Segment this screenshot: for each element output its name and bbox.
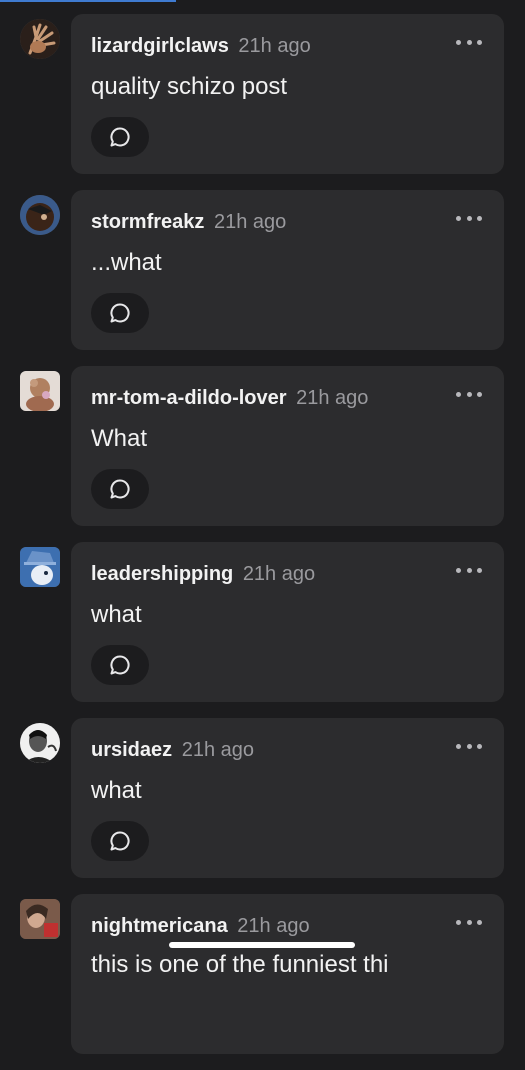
reply-meta: lizardgirlclaws 21h ago (91, 34, 311, 58)
timestamp: 21h ago (242, 563, 316, 585)
reply-bubble: ursidaez 21h ago what (71, 718, 504, 878)
reply-text: quality schizo post (91, 73, 288, 100)
reply-button[interactable] (91, 293, 149, 333)
reply-text: what (91, 777, 142, 804)
character-avatar-icon (20, 195, 60, 235)
reply-button[interactable] (91, 645, 149, 685)
username[interactable]: leadershipping (91, 563, 233, 585)
illustration-avatar-icon (20, 371, 60, 411)
reply-speech-bubble-icon (110, 127, 130, 147)
reply-item: lizardgirlclaws 21h ago quality schizo p… (0, 14, 525, 174)
reply-button[interactable] (91, 117, 149, 157)
reply-text: what (91, 601, 142, 628)
hat-character-avatar-icon (20, 547, 60, 587)
avatar[interactable] (20, 899, 60, 939)
home-indicator[interactable] (169, 942, 355, 948)
reply-meta: stormfreakz 21h ago (91, 210, 286, 234)
reply-button[interactable] (91, 821, 149, 861)
username[interactable]: ursidaez (91, 739, 172, 761)
reply-item: leadershipping 21h ago what (0, 542, 525, 702)
more-options-icon[interactable] (456, 388, 482, 400)
timestamp: 21h ago (237, 915, 310, 937)
reply-text: this is one of the funniest thi (91, 951, 389, 978)
timestamp: 21h ago (181, 739, 255, 761)
avatar[interactable] (20, 371, 60, 411)
bw-photo-avatar-icon (20, 723, 60, 763)
reply-text: What (91, 425, 148, 452)
page-progress-bar (0, 0, 176, 2)
username[interactable]: nightmericana (91, 915, 228, 937)
reply-meta: leadershipping 21h ago (91, 562, 315, 586)
reply-bubble: nightmericana 21h ago this is one of the… (71, 894, 504, 1054)
avatar[interactable] (20, 19, 60, 59)
more-options-icon[interactable] (456, 916, 482, 928)
reply-speech-bubble-icon (110, 303, 130, 323)
reply-item: stormfreakz 21h ago ...what (0, 190, 525, 350)
reply-bubble: mr-tom-a-dildo-lover 21h ago What (71, 366, 504, 526)
avatar[interactable] (20, 723, 60, 763)
avatar[interactable] (20, 547, 60, 587)
reply-button[interactable] (91, 469, 149, 509)
reply-meta: mr-tom-a-dildo-lover 21h ago (91, 386, 368, 410)
photo-avatar-icon (20, 899, 60, 939)
reply-speech-bubble-icon (110, 479, 130, 499)
reply-speech-bubble-icon (110, 831, 130, 851)
reply-speech-bubble-icon (110, 655, 130, 675)
more-options-icon[interactable] (456, 212, 482, 224)
reply-bubble: lizardgirlclaws 21h ago quality schizo p… (71, 14, 504, 174)
reply-meta: nightmericana 21h ago (91, 914, 310, 938)
reply-bubble: stormfreakz 21h ago ...what (71, 190, 504, 350)
timestamp: 21h ago (296, 387, 369, 409)
username[interactable]: lizardgirlclaws (91, 35, 229, 57)
reply-item: ursidaez 21h ago what (0, 718, 525, 878)
username[interactable]: stormfreakz (91, 211, 204, 233)
reply-item: mr-tom-a-dildo-lover 21h ago What (0, 366, 525, 526)
reply-item: nightmericana 21h ago this is one of the… (0, 894, 525, 1054)
timestamp: 21h ago (238, 35, 311, 57)
reply-bubble: leadershipping 21h ago what (71, 542, 504, 702)
claw-hand-avatar-icon (20, 19, 60, 59)
avatar[interactable] (20, 195, 60, 235)
more-options-icon[interactable] (456, 36, 482, 48)
reply-text: ...what (91, 249, 162, 276)
username[interactable]: mr-tom-a-dildo-lover (91, 387, 287, 409)
timestamp: 21h ago (213, 211, 287, 233)
reply-meta: ursidaez 21h ago (91, 738, 254, 762)
replies-feed: lizardgirlclaws 21h ago quality schizo p… (0, 14, 525, 1070)
more-options-icon[interactable] (456, 740, 482, 752)
more-options-icon[interactable] (456, 564, 482, 576)
